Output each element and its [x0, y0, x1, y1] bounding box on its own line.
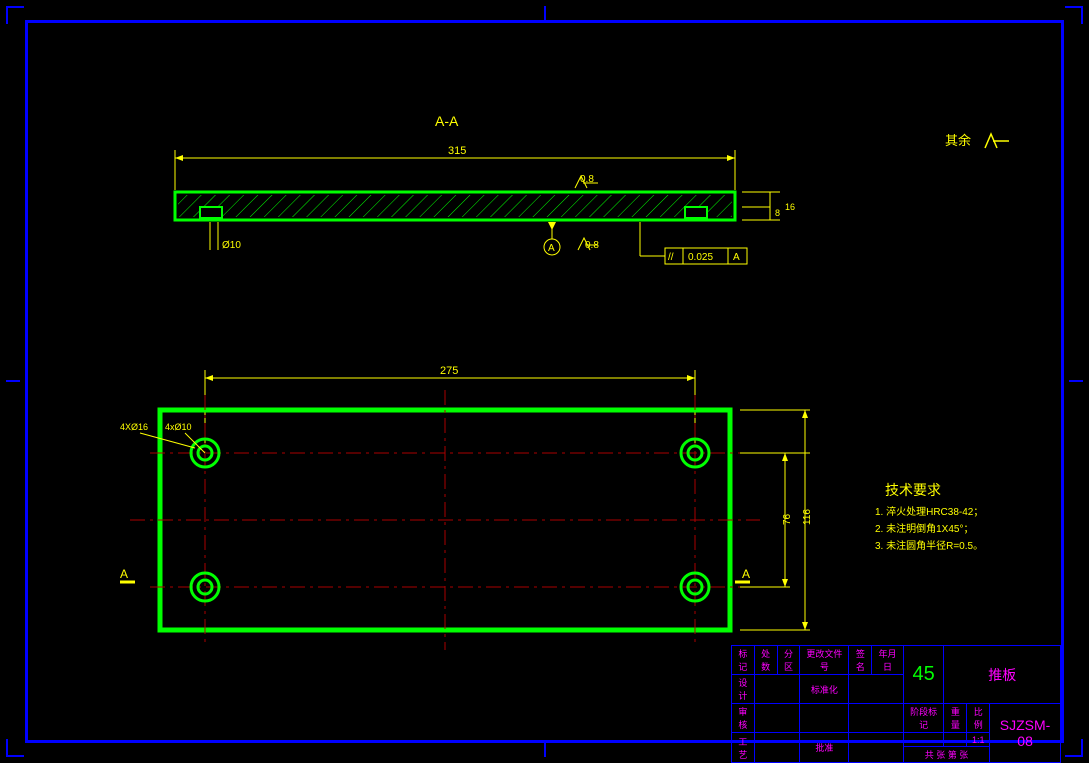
hole-label-2: 4xØ10	[165, 422, 192, 432]
tb-material: 45	[903, 646, 944, 704]
hole-label-1: 4XØ16	[120, 422, 148, 432]
tb-cell: 工艺	[732, 733, 755, 763]
tb-drawing-no: SJZSM-08	[990, 704, 1061, 763]
tb-cell: 重量	[944, 704, 967, 733]
tb-part-name: 推板	[944, 646, 1061, 704]
tb-ratio: 1:1	[967, 733, 990, 747]
tb-cell: 处数	[754, 646, 777, 675]
tb-cell: 批准	[800, 733, 849, 763]
tb-cell: 更改文件号	[800, 646, 849, 675]
section-mark-left: A	[120, 567, 128, 581]
note-1: 1. 淬火处理HRC38-42；	[875, 505, 983, 518]
tb-cell: 比例	[967, 704, 990, 733]
dim-hole-pitch-x: 275	[440, 365, 458, 377]
section-label: A-A	[435, 113, 459, 129]
datum-a: A	[548, 243, 555, 254]
dim-thickness2: 8	[775, 208, 780, 218]
gdnt-value: 0.025	[688, 252, 713, 263]
note-3: 3. 未注圆角半径R=0.5。	[875, 539, 983, 552]
section-mark-right: A	[742, 567, 750, 581]
notes-title: 技术要求	[885, 482, 941, 498]
dim-overall-y: 116	[802, 509, 813, 525]
tb-cell: 阶段标记	[903, 704, 944, 733]
svg-text://: //	[668, 252, 674, 263]
general-finish-label: 其余	[945, 133, 971, 148]
tb-cell: 标准化	[800, 675, 849, 704]
note-2: 2. 未注明倒角1X45°；	[875, 522, 973, 535]
tb-cell: 签名	[849, 646, 872, 675]
dim-dia: Ø10	[222, 240, 241, 251]
tb-sheets: 共 张 第 张	[903, 747, 989, 763]
dim-thickness: 16	[785, 202, 795, 212]
gdnt-datum: A	[733, 252, 740, 263]
dim-hole-pitch-y: 76	[782, 513, 793, 525]
tb-cell: 审核	[732, 704, 755, 733]
tb-cell: 标记	[732, 646, 755, 675]
title-block: 标记 处数 分区 更改文件号 签名 年月日 45 推板 设计 标准化 审核 阶段…	[731, 645, 1061, 740]
tb-cell: 年月日	[872, 646, 904, 675]
dim-overall-length: 315	[448, 145, 466, 157]
section-hatch	[178, 195, 732, 217]
tb-cell: 设计	[732, 675, 755, 704]
tb-cell: 分区	[777, 646, 800, 675]
